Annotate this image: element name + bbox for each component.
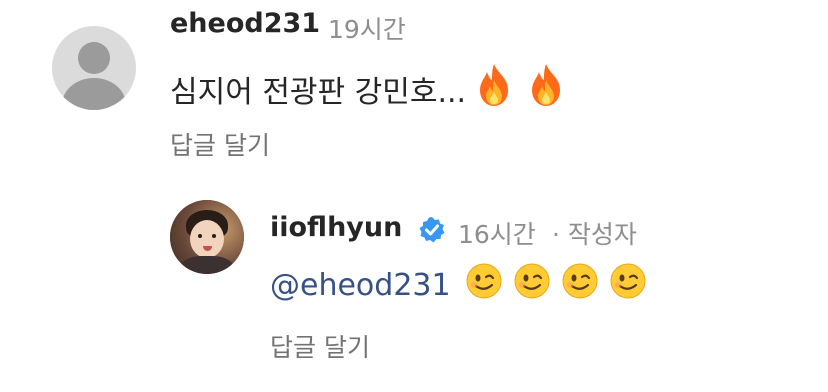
winking-face-icon <box>609 262 647 308</box>
reply-comment: iioflhyun 16시간 · 작성자 @eheod231 답글 달기 <box>0 180 828 392</box>
avatar[interactable] <box>52 26 136 110</box>
comment-text-body: 심지어 전광판 강민호... <box>170 75 467 110</box>
reply-timestamp: 16시간 <box>458 220 536 249</box>
reply-button[interactable]: 답글 달기 <box>270 328 370 364</box>
winking-face-icon <box>561 262 599 308</box>
winking-face-icon <box>465 262 503 308</box>
fire-icon <box>526 62 566 116</box>
verified-badge-icon <box>418 216 446 248</box>
winking-face-icon <box>513 262 551 308</box>
reply-username[interactable]: iioflhyun <box>270 212 402 243</box>
comment-username[interactable]: eheod231 <box>170 8 320 39</box>
fire-icon <box>474 62 514 116</box>
avatar-body-shape <box>62 78 126 110</box>
reply-button[interactable]: 답글 달기 <box>170 126 270 162</box>
author-label: · 작성자 <box>552 220 637 249</box>
comment-text: 심지어 전광판 강민호... <box>170 62 566 116</box>
comment-timestamp: 19시간 <box>328 15 406 44</box>
mention-link[interactable]: @eheod231 <box>270 268 451 303</box>
avatar-head-shape <box>78 42 110 74</box>
reply-text: @eheod231 <box>270 262 647 308</box>
comment: eheod231 19시간 심지어 전광판 강민호... 답글 달기 <box>0 0 828 180</box>
avatar[interactable] <box>170 200 244 274</box>
